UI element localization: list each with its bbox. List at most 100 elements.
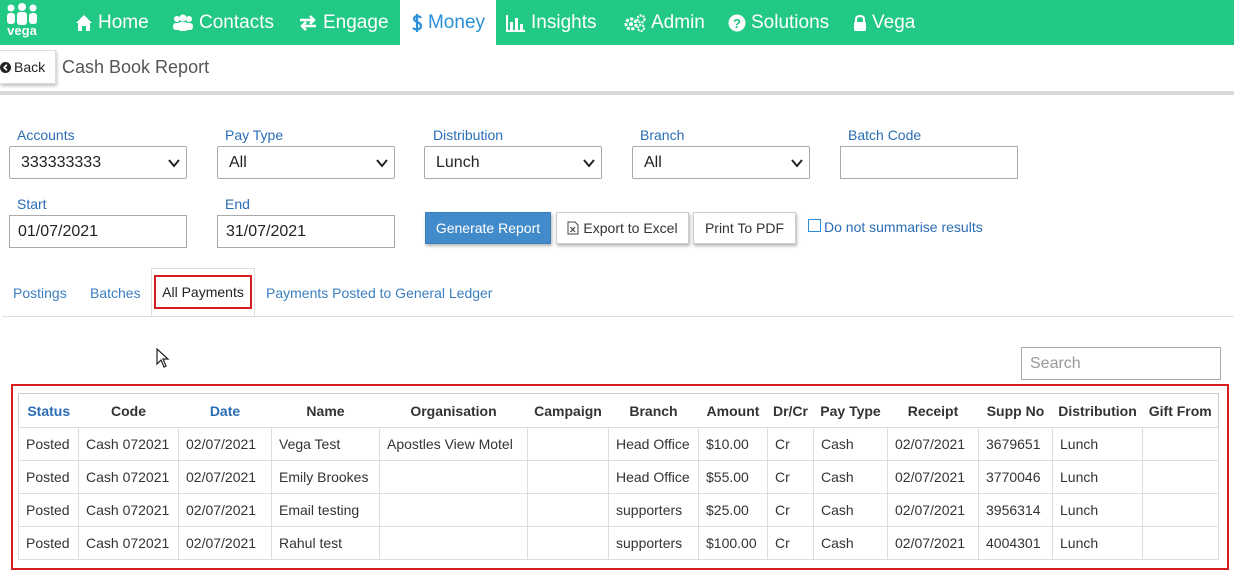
accounts-value: 333333333 [21, 153, 102, 171]
nav-home-label: Home [98, 11, 149, 33]
cell-campaign [527, 493, 609, 527]
nav-vega-label: Vega [872, 11, 916, 33]
print-pdf-button[interactable]: Print To PDF [693, 212, 796, 244]
accounts-label: Accounts [17, 127, 75, 143]
table-row[interactable]: Posted Cash 072021 02/07/2021 Emily Broo… [18, 460, 1219, 494]
cell-status: Posted [18, 460, 79, 494]
cell-gift-from [1142, 427, 1219, 461]
distribution-select[interactable]: Lunch [424, 146, 602, 179]
col-name[interactable]: Name [272, 394, 380, 428]
tab-payments-posted-gl[interactable]: Payments Posted to General Ledger [266, 285, 492, 301]
nav-insights[interactable]: Insights [506, 0, 596, 45]
cell-distribution: Lunch [1052, 526, 1143, 560]
cell-organisation [379, 493, 528, 527]
cell-name: Rahul test [271, 526, 380, 560]
batch-code-input[interactable] [840, 146, 1018, 179]
col-pay-type[interactable]: Pay Type [814, 394, 888, 428]
start-date-input[interactable]: 01/07/2021 [9, 215, 187, 248]
cell-code: Cash 072021 [78, 493, 179, 527]
cell-supp-no: 3679651 [978, 427, 1053, 461]
tab-batches[interactable]: Batches [90, 285, 141, 301]
chevron-down-icon [376, 159, 388, 168]
tab-all-payments[interactable]: All Payments [154, 275, 252, 309]
cell-receipt: 02/07/2021 [887, 460, 979, 494]
cell-dr-cr: Cr [767, 526, 814, 560]
branch-value: All [644, 153, 662, 171]
people-logo-icon [7, 3, 37, 25]
table-row[interactable]: Posted Cash 072021 02/07/2021 Email test… [18, 493, 1219, 527]
pay-type-select[interactable]: All [217, 146, 395, 179]
cell-receipt: 02/07/2021 [887, 493, 979, 527]
exchange-icon [300, 14, 316, 31]
nav-contacts[interactable]: Contacts [172, 0, 274, 45]
summarise-checkbox-label[interactable]: Do not summarise results [824, 219, 983, 235]
question-circle-icon: ? [728, 14, 746, 31]
nav-admin-label: Admin [651, 11, 705, 33]
branch-label: Branch [640, 127, 685, 143]
nav-home[interactable]: Home [75, 0, 149, 45]
dollar-icon [412, 13, 423, 32]
logo-text: vega [7, 23, 37, 38]
nav-contacts-label: Contacts [199, 11, 274, 33]
table-row[interactable]: Posted Cash 072021 02/07/2021 Vega Test … [18, 427, 1219, 461]
col-code[interactable]: Code [79, 394, 179, 428]
back-button[interactable]: Back [0, 50, 56, 84]
tabs-underline [2, 316, 1234, 317]
branch-select[interactable]: All [632, 146, 810, 179]
cell-supp-no: 3770046 [978, 460, 1053, 494]
vega-logo[interactable]: vega [3, 3, 41, 41]
cell-pay-type: Cash [813, 427, 888, 461]
cell-status: Posted [18, 493, 79, 527]
cell-organisation [379, 460, 528, 494]
generate-report-button[interactable]: Generate Report [425, 212, 551, 244]
col-amount[interactable]: Amount [699, 394, 768, 428]
distribution-value: Lunch [436, 153, 480, 171]
col-date[interactable]: Date [179, 394, 272, 428]
cell-code: Cash 072021 [78, 427, 179, 461]
cell-pay-type: Cash [813, 493, 888, 527]
tab-postings[interactable]: Postings [13, 285, 67, 301]
cell-gift-from [1142, 526, 1219, 560]
cell-status: Posted [18, 526, 79, 560]
payments-table: Status Code Date Name Organisation Campa… [18, 393, 1219, 560]
col-dr-cr[interactable]: Dr/Cr [768, 394, 814, 428]
cell-branch: Head Office [608, 460, 699, 494]
col-receipt[interactable]: Receipt [888, 394, 979, 428]
accounts-select[interactable]: 333333333 [9, 146, 187, 179]
export-excel-button[interactable]: Export to Excel [556, 212, 689, 244]
top-nav: vega Home Contacts Engage Money Insights… [0, 0, 1234, 45]
batch-code-label: Batch Code [848, 127, 922, 143]
cell-campaign [527, 460, 609, 494]
nav-engage[interactable]: Engage [298, 0, 389, 45]
col-campaign[interactable]: Campaign [528, 394, 609, 428]
cell-date: 02/07/2021 [178, 526, 272, 560]
col-gift-from[interactable]: Gift From [1143, 394, 1219, 428]
cell-branch: supporters [608, 526, 699, 560]
nav-solutions[interactable]: ? Solutions [728, 0, 829, 45]
cell-code: Cash 072021 [78, 526, 179, 560]
col-branch[interactable]: Branch [609, 394, 699, 428]
cell-gift-from [1142, 460, 1219, 494]
cell-status: Posted [18, 427, 79, 461]
cell-code: Cash 072021 [78, 460, 179, 494]
search-input[interactable]: Search [1021, 347, 1221, 380]
table-row[interactable]: Posted Cash 072021 02/07/2021 Rahul test… [18, 526, 1219, 560]
cell-distribution: Lunch [1052, 427, 1143, 461]
cell-supp-no: 4004301 [978, 526, 1053, 560]
summarise-checkbox[interactable] [808, 219, 821, 232]
col-organisation[interactable]: Organisation [380, 394, 528, 428]
end-date-input[interactable]: 31/07/2021 [217, 215, 395, 248]
col-supp-no[interactable]: Supp No [979, 394, 1053, 428]
cell-organisation [379, 526, 528, 560]
nav-admin[interactable]: Admin [624, 0, 705, 45]
nav-vega[interactable]: Vega [853, 0, 915, 45]
cell-supp-no: 3956314 [978, 493, 1053, 527]
cell-amount: $100.00 [698, 526, 768, 560]
cell-gift-from [1142, 493, 1219, 527]
cell-dr-cr: Cr [767, 460, 814, 494]
home-icon [76, 14, 92, 31]
col-status[interactable]: Status [19, 394, 79, 428]
col-distribution[interactable]: Distribution [1053, 394, 1143, 428]
cell-dr-cr: Cr [767, 427, 814, 461]
nav-money[interactable]: Money [400, 0, 496, 45]
